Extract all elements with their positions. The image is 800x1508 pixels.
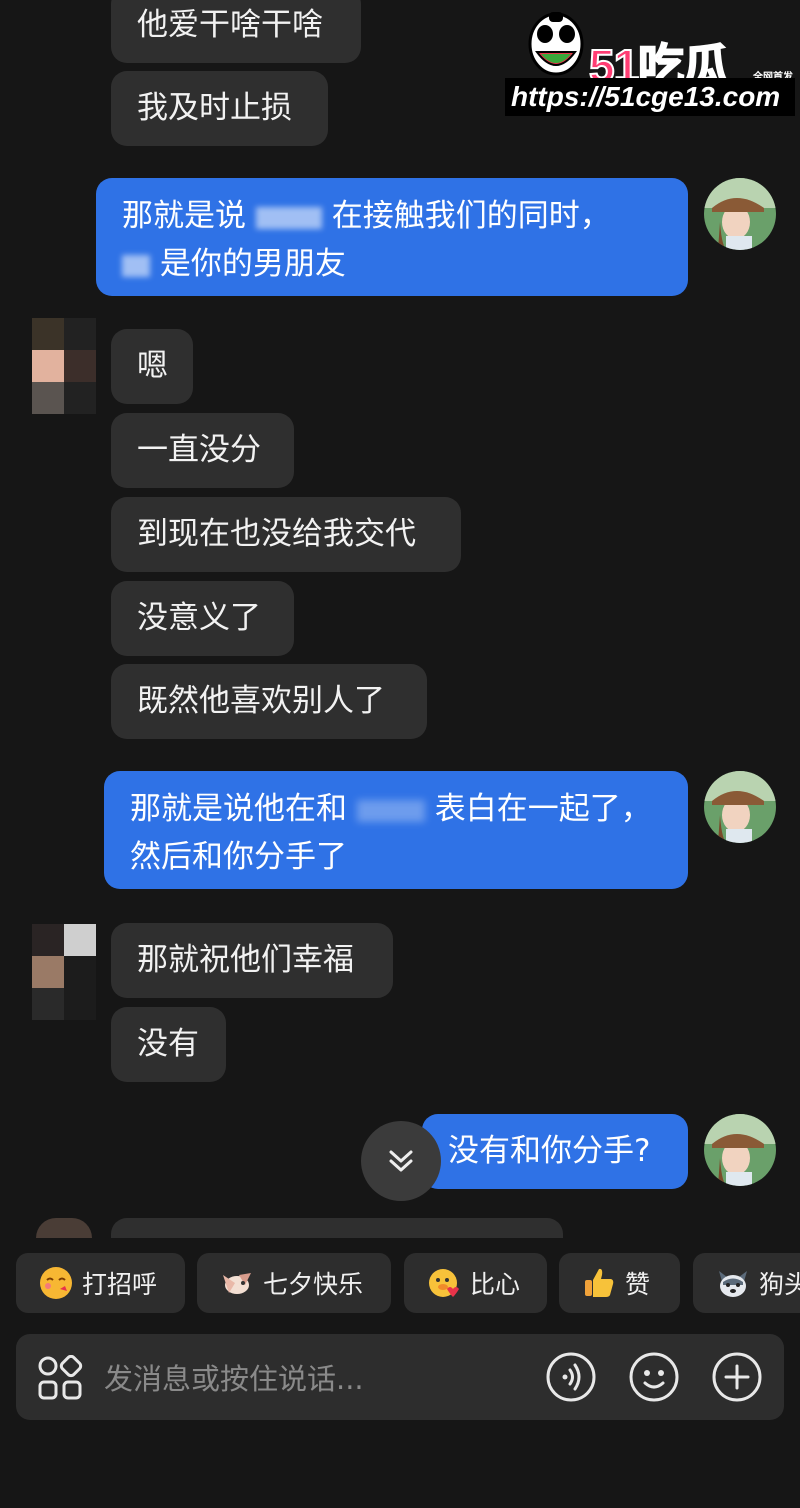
apps-grid-icon[interactable] xyxy=(37,1355,83,1401)
message-text: 我及时止损 xyxy=(137,90,292,126)
message-text: 那就是说 xyxy=(122,198,246,234)
incoming-message[interactable]: 我及时止损 xyxy=(111,71,328,146)
emoji-icon[interactable] xyxy=(628,1351,680,1403)
message-text: 在接触我们的同时， xyxy=(331,198,611,234)
outgoing-message[interactable]: 那就是说他在和 表白在一起了， 然后和你分手了 xyxy=(104,771,688,889)
incoming-message[interactable]: 那就祝他们幸福 xyxy=(111,923,393,998)
dog-head-emoji-icon xyxy=(719,1271,747,1297)
partial-incoming-message xyxy=(111,1218,563,1238)
avatar-photo-icon xyxy=(704,1114,776,1186)
partial-contact-avatar xyxy=(36,1218,92,1238)
message-text: 到现在也没给我交代 xyxy=(137,516,416,552)
message-text: 是你的男朋友 xyxy=(159,246,346,282)
message-text: 嗯 xyxy=(137,348,168,384)
chip-label: 狗头 xyxy=(759,1270,800,1299)
contact-avatar[interactable] xyxy=(32,924,96,1020)
double-chevron-down-icon xyxy=(389,1150,413,1172)
thumbs-up-emoji-icon xyxy=(585,1268,614,1297)
duck-heart-emoji-icon xyxy=(429,1269,459,1297)
chip-label: 赞 xyxy=(625,1270,651,1299)
message-text: 他爱干啥干啥 xyxy=(137,7,323,43)
incoming-message[interactable]: 到现在也没给我交代 xyxy=(111,497,461,572)
my-avatar[interactable] xyxy=(704,178,776,250)
outgoing-message[interactable]: 没有和你分手? xyxy=(422,1114,688,1189)
avatar-photo-icon xyxy=(704,178,776,250)
redacted-name xyxy=(122,254,150,277)
my-avatar[interactable] xyxy=(704,771,776,843)
chip-label: 比心 xyxy=(470,1270,521,1299)
message-text: 那就祝他们幸福 xyxy=(137,942,354,978)
message-input[interactable]: 发消息或按住说话... xyxy=(104,1356,364,1398)
incoming-message[interactable]: 嗯 xyxy=(111,329,193,404)
scroll-to-bottom-button[interactable] xyxy=(361,1121,441,1201)
quick-reply-chip[interactable]: 比心 xyxy=(404,1253,547,1313)
quick-reply-chip[interactable]: 七夕快乐 xyxy=(197,1253,391,1313)
message-text: 没意义了 xyxy=(137,600,261,636)
chip-label: 七夕快乐 xyxy=(263,1270,364,1299)
outgoing-message[interactable]: 那就是说 在接触我们的同时， 是你的男朋友 xyxy=(96,178,688,296)
voice-input-icon[interactable] xyxy=(545,1351,597,1403)
quick-reply-chip[interactable]: 赞 xyxy=(559,1253,680,1313)
plus-icon[interactable] xyxy=(711,1351,763,1403)
quick-reply-chip[interactable]: 狗头 xyxy=(693,1253,800,1313)
redacted-name xyxy=(255,206,322,229)
incoming-message[interactable]: 没意义了 xyxy=(111,581,294,656)
message-text: 没有 xyxy=(137,1026,199,1062)
chip-label: 打招呼 xyxy=(82,1270,158,1299)
message-composer[interactable]: 发消息或按住说话... xyxy=(16,1334,784,1420)
message-text: 既然他喜欢别人了 xyxy=(137,683,385,719)
incoming-message[interactable]: 一直没分 xyxy=(111,413,294,488)
avatar-photo-icon xyxy=(704,771,776,843)
redacted-name xyxy=(356,799,425,822)
incoming-message[interactable]: 没有 xyxy=(111,1007,226,1082)
incoming-message[interactable]: 既然他喜欢别人了 xyxy=(111,664,427,739)
quick-reply-chip[interactable]: 打招呼 xyxy=(16,1253,185,1313)
watermark: 51吃瓜 全网首发 https://51cge13.com xyxy=(505,6,795,116)
my-avatar[interactable] xyxy=(704,1114,776,1186)
message-text: 表白在一起了， xyxy=(434,791,652,827)
message-text: 一直没分 xyxy=(137,432,261,468)
contact-avatar[interactable] xyxy=(32,318,96,414)
incoming-message[interactable]: 他爱干啥干啥 xyxy=(111,0,361,63)
smile-kiss-emoji-icon xyxy=(40,1267,72,1299)
mascot-icon xyxy=(528,12,584,76)
message-text: 那就是说他在和 xyxy=(130,791,347,827)
watermark-url: https://51cge13.com xyxy=(505,78,795,116)
message-text: 然后和你分手了 xyxy=(130,839,347,875)
bird-emoji-icon xyxy=(223,1273,251,1294)
message-text: 没有和你分手? xyxy=(448,1133,651,1169)
